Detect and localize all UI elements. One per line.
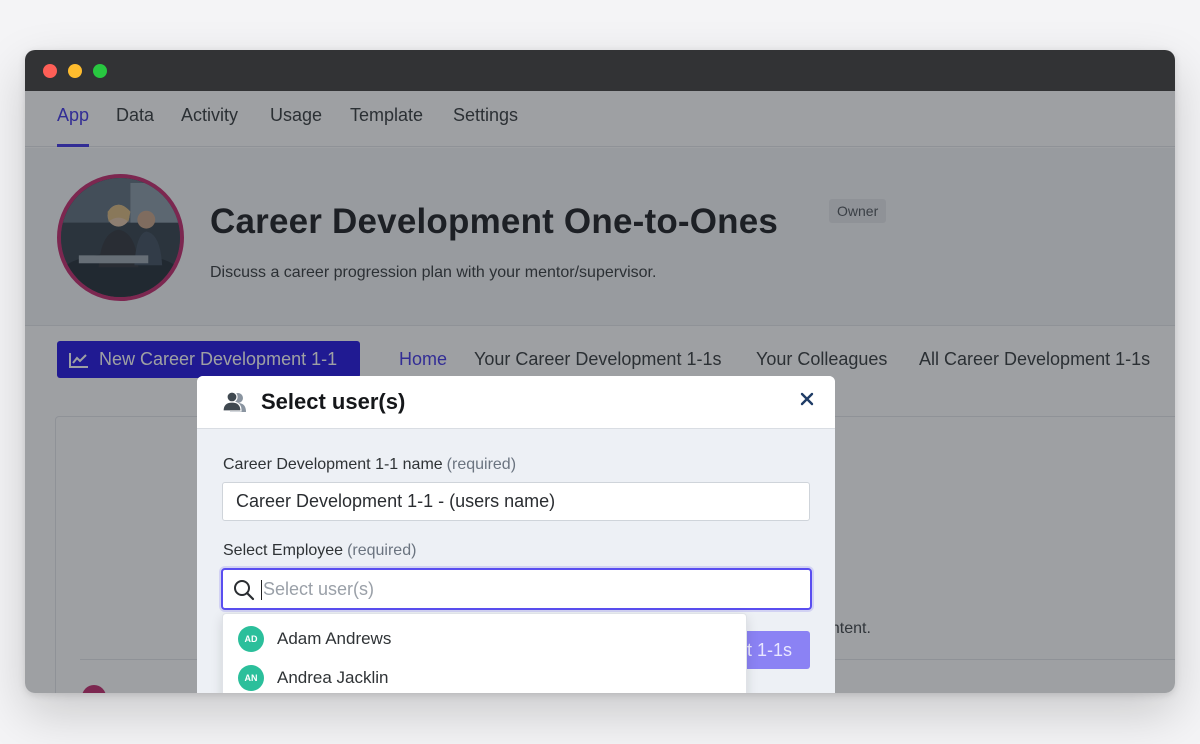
user-option-name: Andrea Jacklin: [277, 668, 389, 687]
name-required-hint: (required): [446, 456, 517, 473]
employee-label-text: Select Employee: [223, 542, 344, 559]
window-titlebar: [25, 50, 1175, 91]
close-icon[interactable]: [800, 392, 814, 411]
user-option[interactable]: AN Andrea Jacklin: [223, 659, 746, 693]
close-window-button[interactable]: [43, 64, 57, 78]
name-field-label: Career Development 1-1 name (required): [223, 456, 516, 474]
modal-header: Select user(s): [197, 376, 835, 429]
name-input[interactable]: Career Development 1-1 - (users name): [222, 482, 810, 521]
users-icon: [222, 391, 248, 418]
avatar: AN: [238, 665, 264, 691]
minimize-window-button[interactable]: [68, 64, 82, 78]
select-users-modal: Select user(s) Career Development 1-1 na…: [197, 376, 835, 693]
text-caret: [261, 580, 262, 600]
user-option[interactable]: AD Adam Andrews: [223, 620, 746, 658]
app-window: App Data Activity Usage Template Setting…: [25, 50, 1175, 693]
user-options-dropdown: AD Adam Andrews AN Andrea Jacklin: [222, 613, 747, 693]
employee-required-hint: (required): [347, 542, 417, 559]
modal-title: Select user(s): [261, 389, 406, 414]
search-icon: [233, 579, 255, 606]
search-placeholder: Select user(s): [263, 579, 375, 599]
employee-search-input[interactable]: Select user(s): [221, 568, 812, 610]
name-label-text: Career Development 1-1 name: [223, 456, 443, 473]
maximize-window-button[interactable]: [93, 64, 107, 78]
app-content: App Data Activity Usage Template Setting…: [25, 91, 1175, 693]
avatar: AD: [238, 626, 264, 652]
employee-field-label: Select Employee (required): [223, 542, 416, 560]
user-option-name: Adam Andrews: [277, 629, 392, 648]
